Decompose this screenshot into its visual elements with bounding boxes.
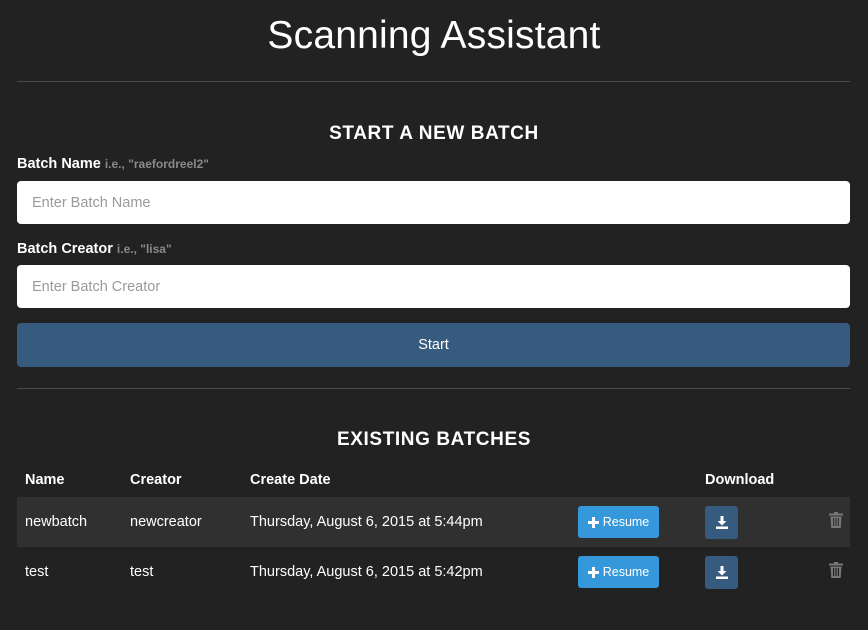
download-button[interactable] xyxy=(705,555,738,589)
download-icon xyxy=(715,565,728,579)
trash-icon[interactable] xyxy=(829,512,843,528)
table-header-row: Name Creator Create Date Download xyxy=(17,463,850,497)
delete-cell xyxy=(803,547,850,597)
batch-name-label: Batch Name i.e., "raefordreel2" xyxy=(17,156,209,172)
batch-creator-cell: test xyxy=(122,547,242,597)
download-cell xyxy=(697,497,803,547)
start-button[interactable]: Start xyxy=(17,323,850,367)
batch-name-cell: newbatch xyxy=(17,497,122,547)
batch-name-hint: i.e., "raefordreel2" xyxy=(104,157,209,171)
batch-name-label-text: Batch Name xyxy=(17,156,101,172)
resume-button[interactable]: Resume xyxy=(578,556,659,588)
resume-label: Resume xyxy=(602,515,650,529)
batch-date-cell: Thursday, August 6, 2015 at 5:44pm xyxy=(242,497,570,547)
download-button[interactable] xyxy=(705,505,738,539)
resume-cell: Resume xyxy=(570,497,697,547)
column-header-resume xyxy=(570,463,697,497)
resume-label: Resume xyxy=(602,565,650,579)
header-divider xyxy=(17,81,850,82)
plus-icon xyxy=(587,516,599,528)
download-icon xyxy=(715,515,728,529)
batch-creator-label-text: Batch Creator xyxy=(17,241,113,257)
batch-name-cell: test xyxy=(17,547,122,597)
plus-icon xyxy=(587,566,599,578)
trash-icon[interactable] xyxy=(829,562,843,578)
download-cell xyxy=(697,547,803,597)
column-header-delete xyxy=(803,463,850,497)
resume-button[interactable]: Resume xyxy=(578,506,659,538)
column-header-download: Download xyxy=(705,472,775,488)
column-header-creator: Creator xyxy=(130,472,182,488)
batch-creator-hint: i.e., "lisa" xyxy=(116,242,172,256)
table-row: test test Thursday, August 6, 2015 at 5:… xyxy=(17,547,850,597)
batch-creator-cell: newcreator xyxy=(122,497,242,547)
batch-name-input[interactable] xyxy=(17,181,850,224)
table-row: newbatch newcreator Thursday, August 6, … xyxy=(17,497,850,547)
delete-cell xyxy=(803,497,850,547)
batch-date-cell: Thursday, August 6, 2015 at 5:42pm xyxy=(242,547,570,597)
batches-table: Name Creator Create Date Download newbat… xyxy=(17,463,850,597)
resume-cell: Resume xyxy=(570,547,697,597)
column-header-create-date: Create Date xyxy=(250,472,331,488)
existing-batches-heading: EXISTING BATCHES xyxy=(337,429,531,450)
page: Scanning Assistant START A NEW BATCH Bat… xyxy=(0,0,868,630)
section-divider xyxy=(17,388,850,389)
column-header-name: Name xyxy=(25,472,65,488)
batch-creator-label: Batch Creator i.e., "lisa" xyxy=(17,241,172,257)
app-title: Scanning Assistant xyxy=(267,14,601,57)
new-batch-heading: START A NEW BATCH xyxy=(329,123,539,144)
batch-creator-input[interactable] xyxy=(17,265,850,308)
